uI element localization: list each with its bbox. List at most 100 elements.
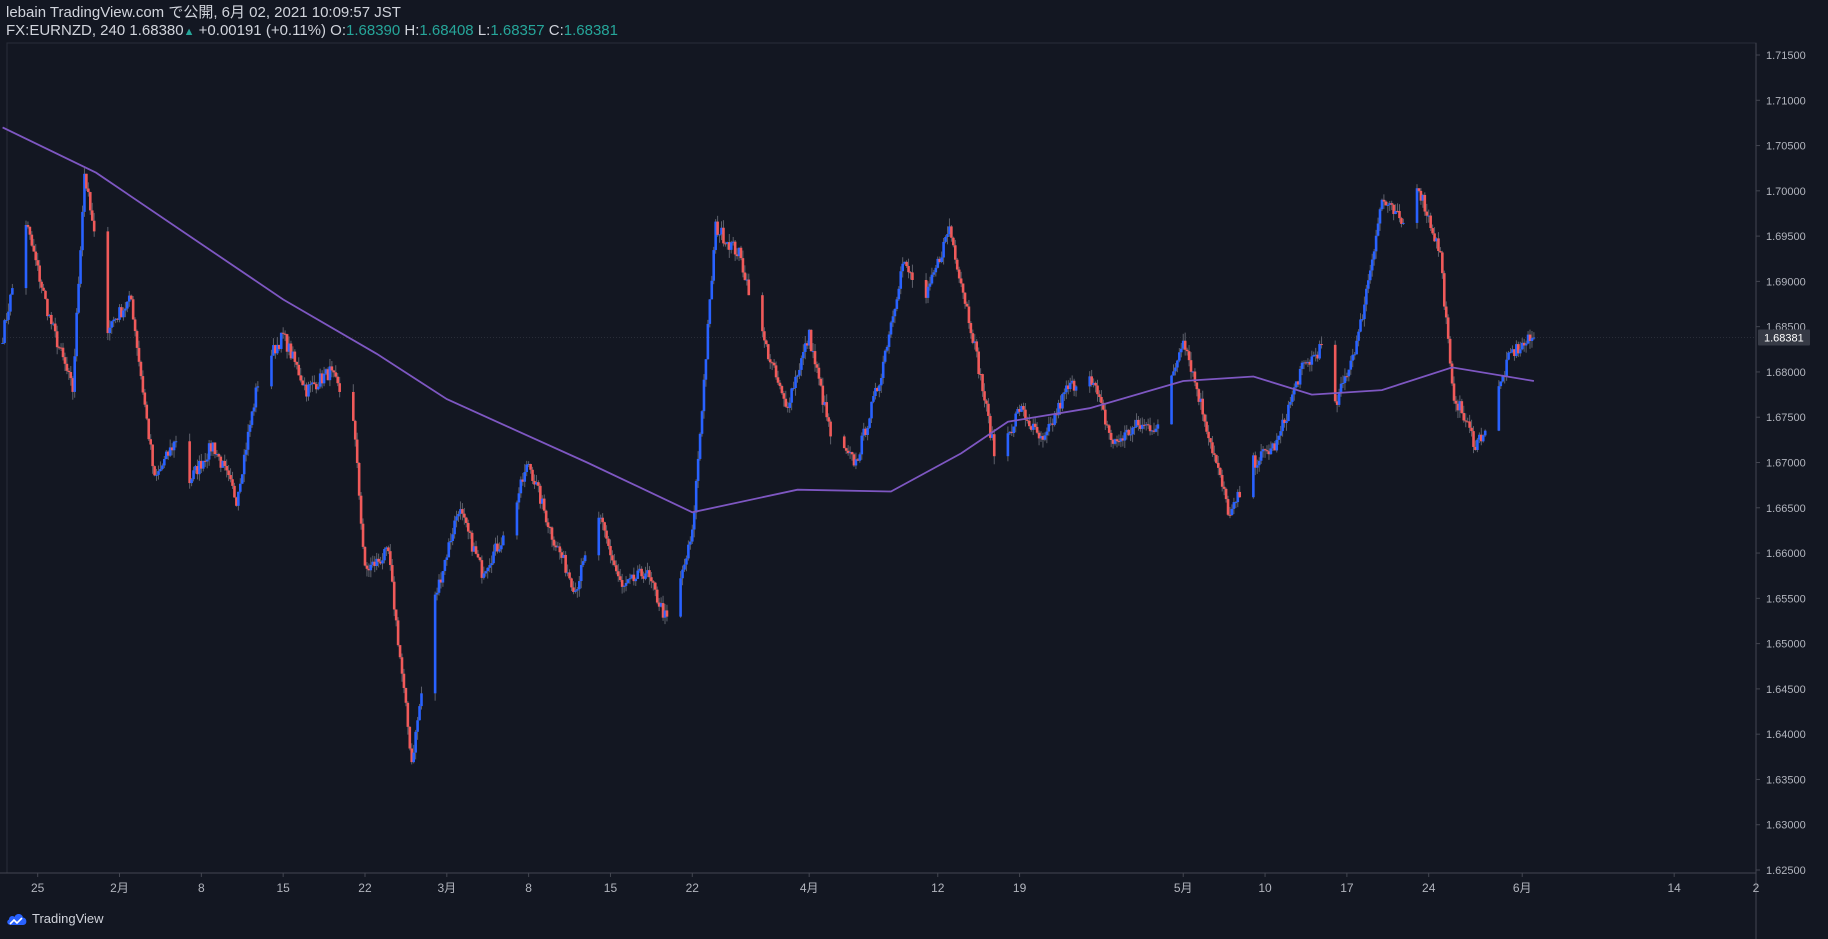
candles [1,168,1536,765]
candle-up [7,311,10,320]
price-chart[interactable]: 1.71500 1.71000 1.70500 1.70000 1.69500 1.690… [0,0,1828,939]
candle-down [1109,432,1113,441]
candle-up [583,555,587,562]
candle-down [1115,439,1119,442]
candle-down [821,385,825,405]
candle-down [765,340,768,345]
candle-down [1382,199,1386,202]
candle-up [868,418,871,428]
candle-down [468,531,472,533]
candle-down [1345,376,1349,378]
x-tick-label: 8 [525,881,532,895]
candle-down [44,290,47,299]
candle-up [416,720,419,732]
candle-down [1439,250,1442,253]
candle-up [696,458,700,481]
candle-up [418,706,421,721]
candle-up [1402,222,1405,224]
candle-down [1215,454,1218,463]
candle-up [517,493,521,503]
candle-down [1033,423,1037,427]
candle-down [404,687,408,703]
candle-down [772,362,776,366]
candle-down [231,479,234,486]
y-tick-label: 1.63000 [1766,820,1806,832]
candle-down [223,460,227,466]
candle-down [229,475,232,480]
candle-down [965,303,969,307]
candle-up [1156,424,1160,429]
candle-up [3,320,6,343]
candle-down [147,418,151,440]
candle-down [1431,228,1434,234]
candle-down [141,376,145,393]
candle-down [722,227,725,244]
candle-down [716,221,719,235]
candle-up [240,474,244,484]
candle-down [1205,421,1208,432]
candle-down [655,589,659,603]
candle-down [844,448,848,451]
y-tick-label: 1.62500 [1766,865,1806,877]
candle-down [67,370,71,373]
candle-down [542,498,546,511]
candle-down [607,538,610,546]
candle-down [408,726,412,749]
candle-up [81,211,84,251]
candle-up [1047,423,1051,432]
candle-down [301,380,304,386]
candle-down [217,454,221,457]
tradingview-brand[interactable]: TradingView [6,911,104,926]
candle-up [644,573,647,579]
candle-down [131,299,135,320]
candle-up [689,541,692,545]
y-tick-label: 1.67000 [1766,458,1806,470]
candle-down [394,609,398,621]
candle-up [443,559,447,572]
candle-down [1211,442,1214,454]
candle-down [611,555,614,561]
candle-down [531,469,534,481]
candle-up [250,411,254,425]
candle-down [813,351,817,365]
candle-up [205,459,209,462]
candle-down [552,539,556,546]
candle-down [398,645,402,658]
candle-down [605,530,608,539]
candle-down [1448,338,1452,364]
candle-down [616,571,620,577]
y-tick-label: 1.70000 [1766,186,1806,198]
candle-down [537,482,540,486]
candle-up [1061,394,1064,409]
candle-down [53,323,57,332]
candle-down [387,547,390,552]
candle-down [747,279,751,296]
candle-down [963,292,967,304]
candle-down [1398,211,1401,219]
candle-down [65,363,69,371]
x-tick-label: 8 [198,881,205,895]
x-tick-label: 24 [1422,881,1436,895]
candle-up [881,361,885,379]
candle-up [729,242,733,250]
candle-up [1006,433,1010,457]
candle-up [24,225,28,289]
candle-up [1359,319,1362,332]
candle-down [334,372,338,377]
candle-down [640,568,643,577]
candle-up [420,693,423,707]
candle-down [961,283,965,293]
candle-up [73,356,77,392]
candle-down [1104,409,1107,425]
candle-up [1365,288,1368,305]
candle-down [1220,474,1224,487]
candle-up [685,558,688,565]
candle-down [601,517,604,523]
candle-up [414,731,417,753]
moving-average-line [2,126,1535,514]
candle-down [143,392,147,405]
candle-up [1129,434,1132,436]
candle-up [792,388,795,390]
candle-up [1361,319,1364,321]
candle-down [34,251,38,261]
